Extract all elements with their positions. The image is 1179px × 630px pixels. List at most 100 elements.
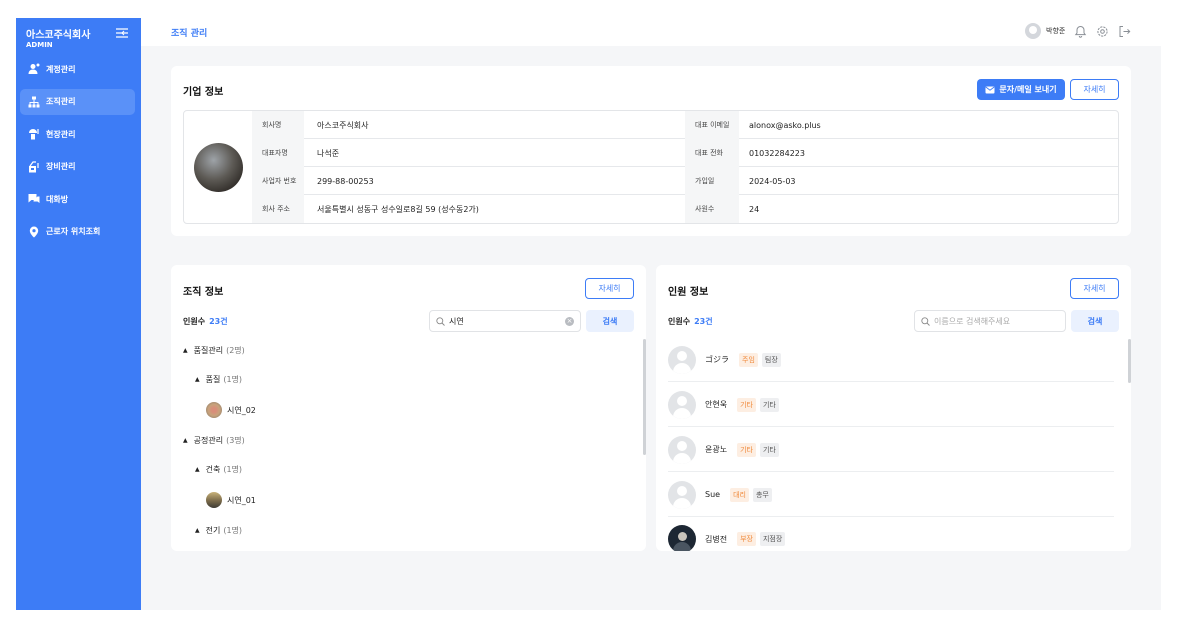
info-value: alonox@asko.plus — [749, 120, 821, 130]
org-detail-button[interactable]: 자세히 — [585, 278, 634, 299]
role-badge: 지점장 — [759, 532, 786, 546]
people-scrollbar[interactable] — [1128, 339, 1131, 383]
info-row: 대표자명 나석준 대표 전화 01032284223 — [252, 139, 1118, 167]
org-info-title: 조직 정보 — [183, 287, 224, 298]
sidebar-item-chat[interactable]: 대화방 — [20, 186, 135, 212]
mail-icon — [985, 86, 995, 93]
person-name: 안현욱 — [705, 400, 728, 409]
sidebar-item-label: 장비관리 — [46, 162, 76, 171]
tree-member-row[interactable]: 시연_01 — [206, 492, 256, 508]
sidebar-item-label: 대화방 — [46, 194, 69, 204]
search-icon — [436, 316, 445, 326]
person-row[interactable]: ゴジラ 주임 팀장 — [668, 338, 1114, 382]
tree-node-label: 품질관리 — [193, 346, 224, 355]
avatar — [1025, 23, 1041, 39]
tree-member-row[interactable]: 시연_02 — [206, 402, 256, 418]
person-name: ゴジラ — [705, 355, 729, 364]
info-value: 서울특별시 성동구 성수일로8길 59 (성수동2가) — [317, 204, 479, 214]
send-message-button[interactable]: 문자/메일 보내기 — [977, 79, 1065, 100]
info-label: 대표자명 — [252, 139, 304, 167]
bell-icon[interactable] — [1074, 25, 1087, 38]
org-count: 인원수 23건 — [183, 316, 228, 327]
sidebar-item-label: 조직관리 — [46, 97, 76, 106]
worker-icon — [29, 129, 39, 140]
org-search-button[interactable]: 검색 — [586, 310, 634, 332]
info-value: 24 — [749, 204, 760, 214]
info-label: 대표 전화 — [685, 139, 739, 167]
info-label: 가입일 — [685, 167, 739, 195]
person-name: 김병전 — [705, 534, 728, 544]
org-search-input[interactable]: 시연 × — [429, 310, 581, 332]
people-count-label: 인원수 — [668, 317, 691, 326]
tree-node-label: 공정관리 — [193, 436, 224, 445]
sidebar-nav: 계정관리 조직관리 현장관리 장비관리 대화방 근로자 위치조회 — [20, 56, 135, 251]
people-info-card: 인원 정보 자세히 인원수 23건 이름으로 검색해주세요 검색 ゴジラ 주임 팀… — [656, 265, 1131, 551]
tree-group-row[interactable]: ▲ 품질관리 (2명) — [183, 345, 245, 356]
breadcrumb: 조직 관리 — [171, 29, 208, 39]
topbar: 조직 관리 박향준 — [141, 18, 1161, 46]
people-search-button[interactable]: 검색 — [1071, 310, 1119, 332]
tree-node-count: (3명) — [226, 436, 245, 445]
info-row: 회사 주소 서울특별시 성동구 성수일로8길 59 (성수동2가) 사원수 24 — [252, 195, 1118, 223]
position-badge: 부장 — [737, 532, 756, 546]
people-info-title: 인원 정보 — [668, 287, 709, 298]
location-pin-icon — [29, 226, 39, 237]
tree-node-label: 건축 — [205, 465, 221, 474]
info-label: 대표 이메일 — [685, 111, 739, 139]
avatar — [668, 390, 696, 419]
tree-node-count: (1명) — [223, 375, 243, 384]
person-row[interactable]: 안현욱 기타 기타 — [668, 383, 1114, 427]
role-badge: 기타 — [759, 442, 779, 457]
avatar — [206, 402, 222, 418]
role-badge: 기타 — [759, 397, 779, 412]
people-count: 인원수 23건 — [668, 316, 713, 327]
sidebar-item-label: 계정관리 — [46, 64, 76, 74]
position-badge: 기타 — [737, 442, 756, 457]
people-search-input[interactable]: 이름으로 검색해주세요 — [914, 310, 1066, 332]
sidebar-item-worker-location[interactable]: 근로자 위치조회 — [20, 219, 135, 245]
tree-node-label: 전기 — [205, 526, 221, 535]
tree-group-row[interactable]: ▲ 품질 (1명) — [195, 374, 242, 385]
company-info-card: 기업 정보 문자/메일 보내기 자세히 회사명 아스코주식회사 대표 이메일 a… — [171, 66, 1131, 236]
info-label: 사업자 번호 — [252, 167, 304, 195]
company-info-title: 기업 정보 — [183, 87, 224, 98]
expand-triangle-icon[interactable]: ▲ — [195, 376, 200, 383]
sidebar-toggle-icon[interactable] — [115, 27, 129, 39]
person-row[interactable]: 윤광노 기타 기타 — [668, 428, 1114, 472]
company-detail-button[interactable]: 자세히 — [1070, 79, 1119, 100]
user-menu[interactable]: 박향준 — [1025, 23, 1065, 39]
person-row[interactable]: 김병전 부장 지점장 — [668, 517, 1114, 551]
clear-search-icon[interactable]: × — [565, 317, 574, 326]
position-badge: 주임 — [739, 352, 758, 367]
org-scrollbar[interactable] — [643, 339, 646, 455]
avatar — [668, 525, 696, 551]
org-chart-icon — [28, 96, 40, 107]
tree-group-row[interactable]: ▲ 공정관리 (3명) — [183, 435, 245, 446]
search-icon — [921, 316, 930, 326]
sidebar: 아스코주식회사 ADMIN 계정관리 조직관리 현장관리 장비관리 대화방 근로… — [16, 18, 141, 610]
sidebar-item-organization[interactable]: 조직관리 — [20, 88, 135, 115]
expand-triangle-icon[interactable]: ▲ — [195, 466, 200, 473]
person-row[interactable]: Sue 대리 총무 — [668, 473, 1114, 517]
tree-node-label: 품질 — [205, 375, 221, 384]
sidebar-item-sites[interactable]: 현장관리 — [20, 121, 135, 147]
info-value: 299-88-00253 — [317, 176, 374, 186]
expand-triangle-icon[interactable]: ▲ — [183, 347, 188, 354]
company-logo-image — [194, 143, 243, 192]
info-value: 나석준 — [317, 148, 340, 158]
position-badge: 대리 — [730, 487, 749, 502]
tree-node-label: 시연_02 — [227, 405, 256, 415]
expand-triangle-icon[interactable]: ▲ — [195, 527, 200, 534]
role-badge: 팀장 — [761, 352, 781, 367]
tree-group-row[interactable]: ▲ 건축 (1명) — [195, 464, 242, 475]
tree-group-row[interactable]: ▲ 전기 (1명) — [195, 525, 242, 536]
equipment-icon — [29, 160, 39, 172]
logout-icon[interactable] — [1118, 25, 1131, 38]
expand-triangle-icon[interactable]: ▲ — [183, 437, 188, 444]
avatar — [668, 480, 696, 509]
gear-icon[interactable] — [1096, 25, 1109, 38]
sidebar-item-equipment[interactable]: 장비관리 — [20, 154, 135, 180]
people-detail-button[interactable]: 자세히 — [1070, 278, 1119, 299]
sidebar-item-accounts[interactable]: 계정관리 — [20, 56, 135, 82]
company-info-table: 회사명 아스코주식회사 대표 이메일 alonox@asko.plus 대표자명… — [183, 110, 1119, 224]
